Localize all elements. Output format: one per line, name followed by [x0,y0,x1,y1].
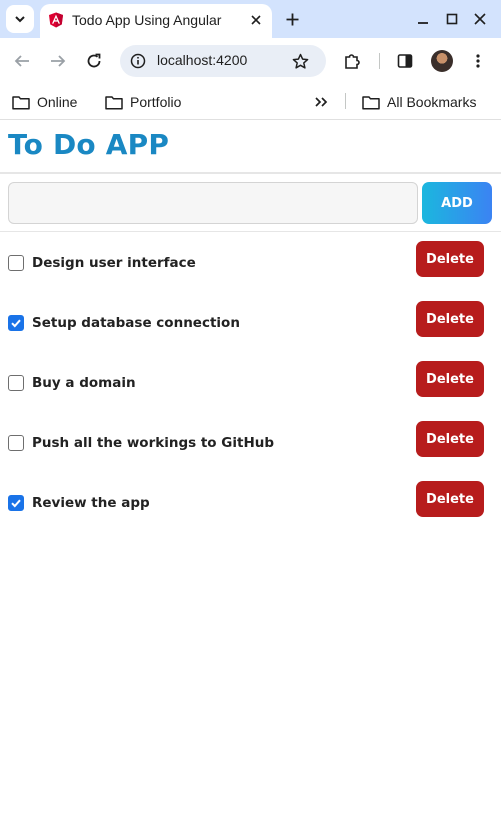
todo-checkbox[interactable] [8,255,24,271]
minimize-icon [418,22,428,24]
toolbar-divider [379,53,380,69]
folder-icon [12,95,30,110]
active-tab[interactable]: Todo App Using Angular [40,4,272,38]
arrow-left-icon [14,55,29,67]
todo-text: Design user interface [32,255,196,271]
page-title: To Do APP [8,128,170,161]
info-icon [130,53,146,69]
extensions-button[interactable] [341,50,363,72]
todo-text: Push all the workings to GitHub [32,435,275,451]
tab-close-button[interactable] [246,10,266,30]
site-info-button[interactable] [128,51,148,71]
address-bar[interactable]: localhost:4200 [120,45,326,77]
all-bookmarks-label: All Bookmarks [387,94,477,110]
side-panel-icon [397,54,413,68]
todo-item: Setup database connection Delete [0,301,501,341]
bookmark-label: Online [37,94,78,110]
puzzle-icon [345,54,360,69]
todo-checkbox[interactable] [8,435,24,451]
checkmark-icon [11,499,21,508]
add-button[interactable]: ADD [422,182,492,224]
all-bookmarks-button[interactable]: All Bookmarks [362,90,476,114]
todo-checkbox[interactable] [8,495,24,511]
todo-checkbox[interactable] [8,375,24,391]
todo-input[interactable] [8,182,418,224]
chevron-down-icon [15,16,25,23]
tab-strip: Todo App Using Angular [0,0,501,38]
back-button[interactable] [11,50,33,72]
todo-text: Buy a domain [32,375,136,391]
todo-item: Push all the workings to GitHub Delete [0,421,501,461]
checkmark-icon [11,319,21,328]
star-icon [292,53,308,69]
todo-checkbox[interactable] [8,315,24,331]
delete-button[interactable]: Delete [416,361,484,397]
tab-title: Todo App Using Angular [72,12,222,28]
bookmarks-divider [345,93,346,109]
bookmark-star-button[interactable] [290,51,310,71]
bookmarks-overflow-button[interactable] [314,90,328,114]
bookmark-label: Portfolio [130,94,182,110]
browser-toolbar: localhost:4200 [0,38,501,84]
close-icon [251,15,261,25]
title-divider [0,172,501,174]
browser-menu-button[interactable] [467,50,489,72]
todo-item: Design user interface Delete [0,241,501,281]
forward-button[interactable] [47,50,69,72]
folder-icon [105,95,123,110]
new-tab-button[interactable] [282,9,302,29]
delete-button[interactable]: Delete [416,481,484,517]
todo-text: Review the app [32,495,150,511]
maximize-button[interactable] [442,9,462,29]
profile-avatar[interactable] [431,50,453,72]
side-panel-button[interactable] [394,50,416,72]
minimize-button[interactable] [413,9,433,29]
folder-icon [362,95,380,110]
plus-icon [286,13,298,25]
maximize-icon [446,13,458,25]
reload-icon [87,53,101,68]
tab-search-button[interactable] [6,5,34,33]
delete-button[interactable]: Delete [416,421,484,457]
arrow-right-icon [51,55,66,67]
input-divider [0,231,501,232]
window-close-button[interactable] [470,9,490,29]
todo-item: Review the app Delete [0,481,501,521]
double-chevron-right-icon [315,97,328,107]
todo-text: Setup database connection [32,315,240,331]
bookmark-portfolio[interactable]: Portfolio [105,90,181,114]
close-icon [474,13,486,25]
reload-button[interactable] [83,50,105,72]
todo-item: Buy a domain Delete [0,361,501,401]
more-vert-icon [476,54,480,68]
bookmarks-bar: Online Portfolio All Bookmarks [0,84,501,120]
bookmark-online[interactable]: Online [12,90,77,114]
angular-icon [49,12,63,28]
delete-button[interactable]: Delete [416,241,484,277]
delete-button[interactable]: Delete [416,301,484,337]
url-text: localhost:4200 [157,52,248,68]
